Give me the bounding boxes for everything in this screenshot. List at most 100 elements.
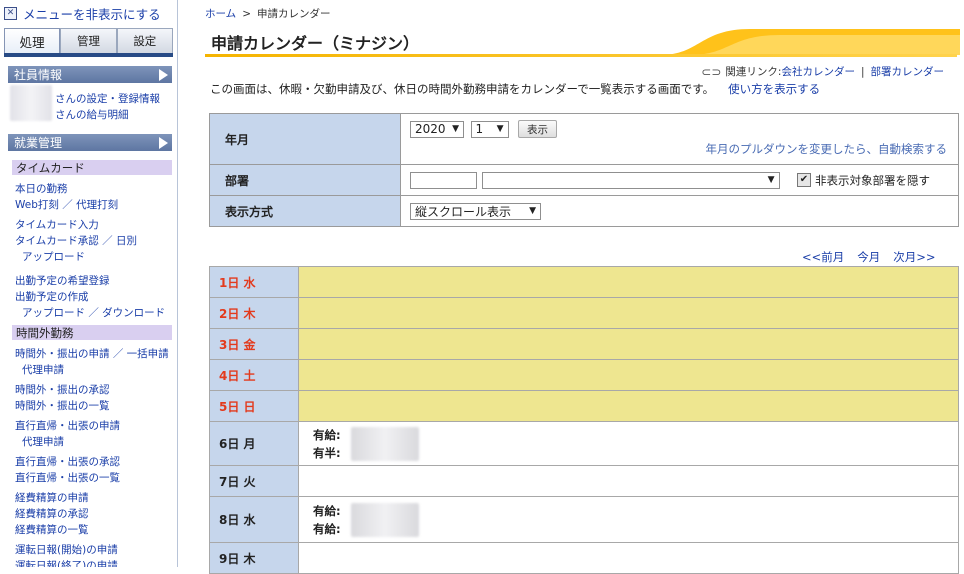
nav-overtime-request[interactable]: 時間外・振出の申請 ／ 一括申請 bbox=[15, 346, 169, 361]
breadcrumb-current: 申請カレンダー bbox=[257, 8, 331, 20]
nav-trip-approve[interactable]: 直行直帰・出張の承認 bbox=[15, 454, 120, 469]
calendar-row: 6日 月 有給: 有半: bbox=[209, 421, 959, 466]
nav-expense-request[interactable]: 経費精算の申請 bbox=[15, 490, 89, 505]
tab-settings[interactable]: 設定 bbox=[116, 28, 173, 53]
year-select[interactable]: 2020 ▼ bbox=[410, 120, 464, 138]
breadcrumb: ホーム > 申請カレンダー bbox=[205, 6, 331, 21]
nav-timecard-upload[interactable]: アップロード bbox=[22, 249, 85, 264]
expand-arrow-icon bbox=[159, 137, 168, 149]
related-prefix: 関連リンク: bbox=[725, 66, 782, 78]
section-work-management[interactable]: 就業管理 bbox=[8, 134, 172, 151]
nav-driving-end[interactable]: 運転日報(終了)の申請 bbox=[15, 558, 118, 567]
title-underline bbox=[205, 54, 957, 57]
nav-trip-list[interactable]: 直行直帰・出張の一覧 bbox=[15, 470, 120, 485]
subsection-timecard: タイムカード bbox=[12, 160, 172, 175]
calendar-row: 2日 木 bbox=[209, 297, 959, 329]
day-content bbox=[298, 359, 959, 391]
section-employee-info[interactable]: 社員情報 bbox=[8, 66, 172, 83]
leave-type-label: 有給: bbox=[313, 427, 341, 442]
year-month-label: 年月 bbox=[209, 113, 401, 165]
breadcrumb-separator: > bbox=[242, 8, 251, 20]
nav-trip-proxy[interactable]: 代理申請 bbox=[22, 434, 64, 449]
nav-driving-start[interactable]: 運転日報(開始)の申請 bbox=[15, 542, 118, 557]
application-calendar: 1日 水 2日 木 3日 金 4日 土 5日 日 6日 月 有給: 有半: 7日… bbox=[209, 266, 959, 574]
calendar-row: 8日 水 有給: 有給: bbox=[209, 496, 959, 543]
nav-web-punch[interactable]: Web打刻 ／ 代理打刻 bbox=[15, 197, 118, 212]
day-label: 3日 金 bbox=[209, 328, 299, 360]
nav-overtime-proxy[interactable]: 代理申請 bbox=[22, 362, 64, 377]
blurred-names bbox=[350, 502, 419, 537]
department-select[interactable]: ▼ bbox=[481, 171, 780, 189]
day-label: 8日 水 bbox=[209, 496, 299, 543]
blurred-username bbox=[10, 85, 52, 121]
nav-timecard-input[interactable]: タイムカード入力 bbox=[15, 217, 99, 232]
day-label: 2日 木 bbox=[209, 297, 299, 329]
month-value: 1 bbox=[475, 122, 484, 136]
close-box-icon: ✕ bbox=[4, 6, 17, 20]
nav-trip-request[interactable]: 直行直帰・出張の申請 bbox=[15, 418, 120, 433]
nav-expense-approve[interactable]: 経費精算の承認 bbox=[15, 506, 89, 521]
tab-manage[interactable]: 管理 bbox=[60, 28, 117, 53]
entry-labels: 有給: 有半: bbox=[300, 426, 341, 462]
nav-expense-list[interactable]: 経費精算の一覧 bbox=[15, 522, 89, 537]
nav-overtime-approve[interactable]: 時間外・振出の承認 bbox=[15, 382, 110, 397]
nav-attendance-request[interactable]: 出勤予定の希望登録 bbox=[15, 273, 110, 288]
breadcrumb-home[interactable]: ホーム bbox=[205, 8, 236, 20]
day-content bbox=[298, 465, 959, 497]
day-label: 1日 水 bbox=[209, 266, 299, 298]
nav-user-settings[interactable]: さんの設定・登録情報 bbox=[55, 91, 160, 106]
nav-user-payslip[interactable]: さんの給与明細 bbox=[55, 107, 129, 122]
dropdown-arrow-icon: ▼ bbox=[767, 175, 775, 185]
department-code-input[interactable] bbox=[410, 171, 477, 189]
intro-text-line: この画面は、休暇・欠勤申請及び、休日の時間外勤務申請をカレンダーで一覧表示する画… bbox=[210, 81, 820, 97]
department-calendar-link[interactable]: 部署カレンダー bbox=[871, 64, 945, 79]
month-select[interactable]: 1 ▼ bbox=[470, 120, 509, 138]
hide-menu-link[interactable]: ✕ メニューを非表示にする bbox=[4, 5, 161, 22]
nav-overtime-list[interactable]: 時間外・振出の一覧 bbox=[15, 398, 110, 413]
display-mode-select[interactable]: 縦スクロール表示 ▼ bbox=[410, 202, 541, 220]
day-label: 7日 火 bbox=[209, 465, 299, 497]
leave-entry: 有給: 有給: bbox=[300, 502, 957, 538]
prev-month-link[interactable]: <<前月 bbox=[802, 250, 844, 264]
this-month-link[interactable]: 今月 bbox=[857, 250, 880, 264]
leave-entry: 有給: 有半: bbox=[300, 426, 957, 462]
section-employee-info-label: 社員情報 bbox=[14, 68, 63, 82]
day-content bbox=[298, 266, 959, 298]
next-month-link[interactable]: 次月>> bbox=[893, 250, 935, 264]
display-mode-cell: 縦スクロール表示 ▼ bbox=[400, 195, 959, 227]
blurred-names bbox=[350, 426, 419, 461]
department-cell: ▼ ✔ 非表示対象部署を隠す bbox=[400, 164, 959, 196]
day-content bbox=[298, 297, 959, 329]
tab-process[interactable]: 処理 bbox=[4, 28, 61, 54]
display-mode-value: 縦スクロール表示 bbox=[415, 204, 512, 219]
intro-text: この画面は、休暇・欠勤申請及び、休日の時間外勤務申請をカレンダーで一覧表示する画… bbox=[210, 82, 715, 96]
day-content bbox=[298, 542, 959, 574]
sidebar: ✕ メニューを非表示にする 処理 管理 設定 社員情報 さんの設定・登録情報 さ… bbox=[0, 0, 178, 567]
calendar-row: 1日 水 bbox=[209, 266, 959, 298]
entry-labels: 有給: 有給: bbox=[300, 502, 341, 538]
nav-timecard-approve[interactable]: タイムカード承認 ／ 日別 bbox=[15, 233, 137, 248]
hide-menu-label: メニューを非表示にする bbox=[23, 6, 161, 22]
leave-type-label: 有給: bbox=[313, 503, 341, 518]
company-calendar-link[interactable]: 会社カレンダー bbox=[781, 64, 855, 79]
nav-attendance-create[interactable]: 出勤予定の作成 bbox=[15, 289, 89, 304]
hide-departments-checkbox[interactable]: ✔ bbox=[797, 173, 811, 187]
day-content bbox=[298, 328, 959, 360]
related-separator: | bbox=[860, 65, 865, 78]
form-row-display-mode: 表示方式 縦スクロール表示 ▼ bbox=[209, 195, 959, 227]
day-content bbox=[298, 390, 959, 422]
nav-attendance-upload-download[interactable]: アップロード ／ ダウンロード bbox=[22, 305, 165, 320]
subsection-overtime: 時間外勤務 bbox=[12, 325, 172, 340]
hide-departments-label: 非表示対象部署を隠す bbox=[815, 173, 930, 187]
leave-type-label: 有半: bbox=[313, 445, 341, 460]
calendar-row: 5日 日 bbox=[209, 390, 959, 422]
display-mode-label: 表示方式 bbox=[209, 195, 401, 227]
year-value: 2020 bbox=[415, 122, 446, 136]
dropdown-arrow-icon: ▼ bbox=[496, 124, 504, 134]
month-navigation: <<前月 今月 次月>> bbox=[802, 249, 949, 265]
year-month-cell: 2020 ▼ 1 ▼ 表示 年月のプルダウンを変更したら、自動検索する bbox=[400, 113, 959, 165]
calendar-row: 9日 木 bbox=[209, 542, 959, 574]
how-to-use-link[interactable]: 使い方を表示する bbox=[728, 82, 820, 96]
show-button[interactable]: 表示 bbox=[518, 120, 557, 138]
nav-today-work[interactable]: 本日の勤務 bbox=[15, 181, 68, 196]
